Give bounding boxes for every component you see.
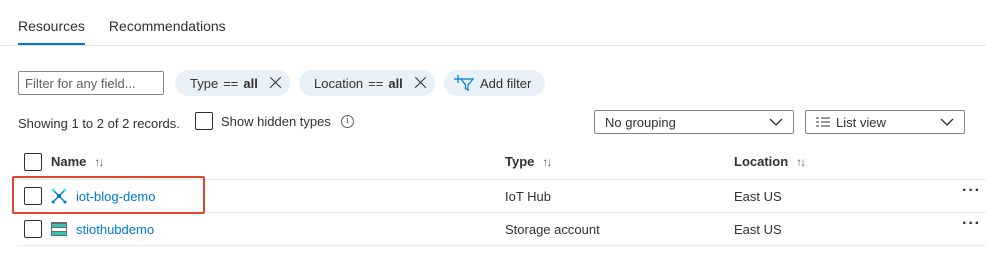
table-row[interactable]: iot-blog-demo IoT Hub East US ··· [0,180,1000,212]
location-filter-key: Location [314,75,364,91]
close-icon[interactable] [268,76,282,90]
resource-type: Storage account [505,222,600,237]
location-filter-op: == [368,75,384,91]
add-filter-icon [454,75,474,91]
location-filter-value: all [388,75,403,91]
show-hidden-types-label: Show hidden types [221,113,331,129]
tab-bar: Resources Recommendations [18,18,226,45]
column-header-type[interactable]: Type ↑↓ [505,154,552,169]
row-checkbox[interactable] [24,187,42,205]
column-header-location[interactable]: Location ↑↓ [734,154,806,169]
type-filter-pill[interactable]: Type == all [175,70,290,96]
sort-icon[interactable]: ↑↓ [94,155,104,169]
grouping-dropdown[interactable]: No grouping [594,110,794,134]
sort-icon[interactable]: ↑↓ [542,155,552,169]
tab-recommendations[interactable]: Recommendations [109,18,226,45]
filter-input[interactable] [18,71,164,95]
add-filter-button[interactable]: Add filter [444,70,546,96]
resource-name-link[interactable]: iot-blog-demo [76,189,156,204]
type-filter-op: == [223,75,239,91]
column-header-type-label: Type [505,154,535,169]
row-divider [18,245,986,246]
row-checkbox[interactable] [24,220,42,238]
table-row[interactable]: stiothubdemo Storage account East US ··· [0,213,1000,245]
list-view-icon [816,117,830,127]
sort-icon[interactable]: ↑↓ [796,155,806,169]
view-value: List view [836,114,886,130]
tabs-divider [0,45,986,46]
column-header-location-label: Location [734,154,789,169]
view-dropdown[interactable]: List view [805,110,965,134]
column-header-name-label: Name [51,154,87,169]
resource-type: IoT Hub [505,189,552,204]
location-filter-pill[interactable]: Location == all [299,70,435,96]
iot-hub-icon [51,188,67,204]
chevron-down-icon [940,118,954,126]
records-count: Showing 1 to 2 of 2 records. [18,116,180,131]
info-icon[interactable]: i [340,114,354,128]
column-header-name[interactable]: Name ↑↓ [51,154,104,169]
more-options-icon[interactable]: ··· [962,182,981,200]
resource-name-link[interactable]: stiothubdemo [76,222,154,237]
add-filter-label: Add filter [480,75,532,91]
show-hidden-types-checkbox[interactable] [195,112,213,130]
grouping-value: No grouping [605,114,676,130]
tab-resources[interactable]: Resources [18,18,85,45]
more-options-icon[interactable]: ··· [962,215,981,233]
chevron-down-icon [769,118,783,126]
select-all-checkbox[interactable] [24,153,42,171]
resource-location: East US [734,189,782,204]
resource-location: East US [734,222,782,237]
show-hidden-types: Show hidden types i [195,112,354,130]
type-filter-value: all [243,75,258,91]
storage-account-icon [51,222,67,236]
type-filter-key: Type [190,75,219,91]
close-icon[interactable] [413,76,427,90]
